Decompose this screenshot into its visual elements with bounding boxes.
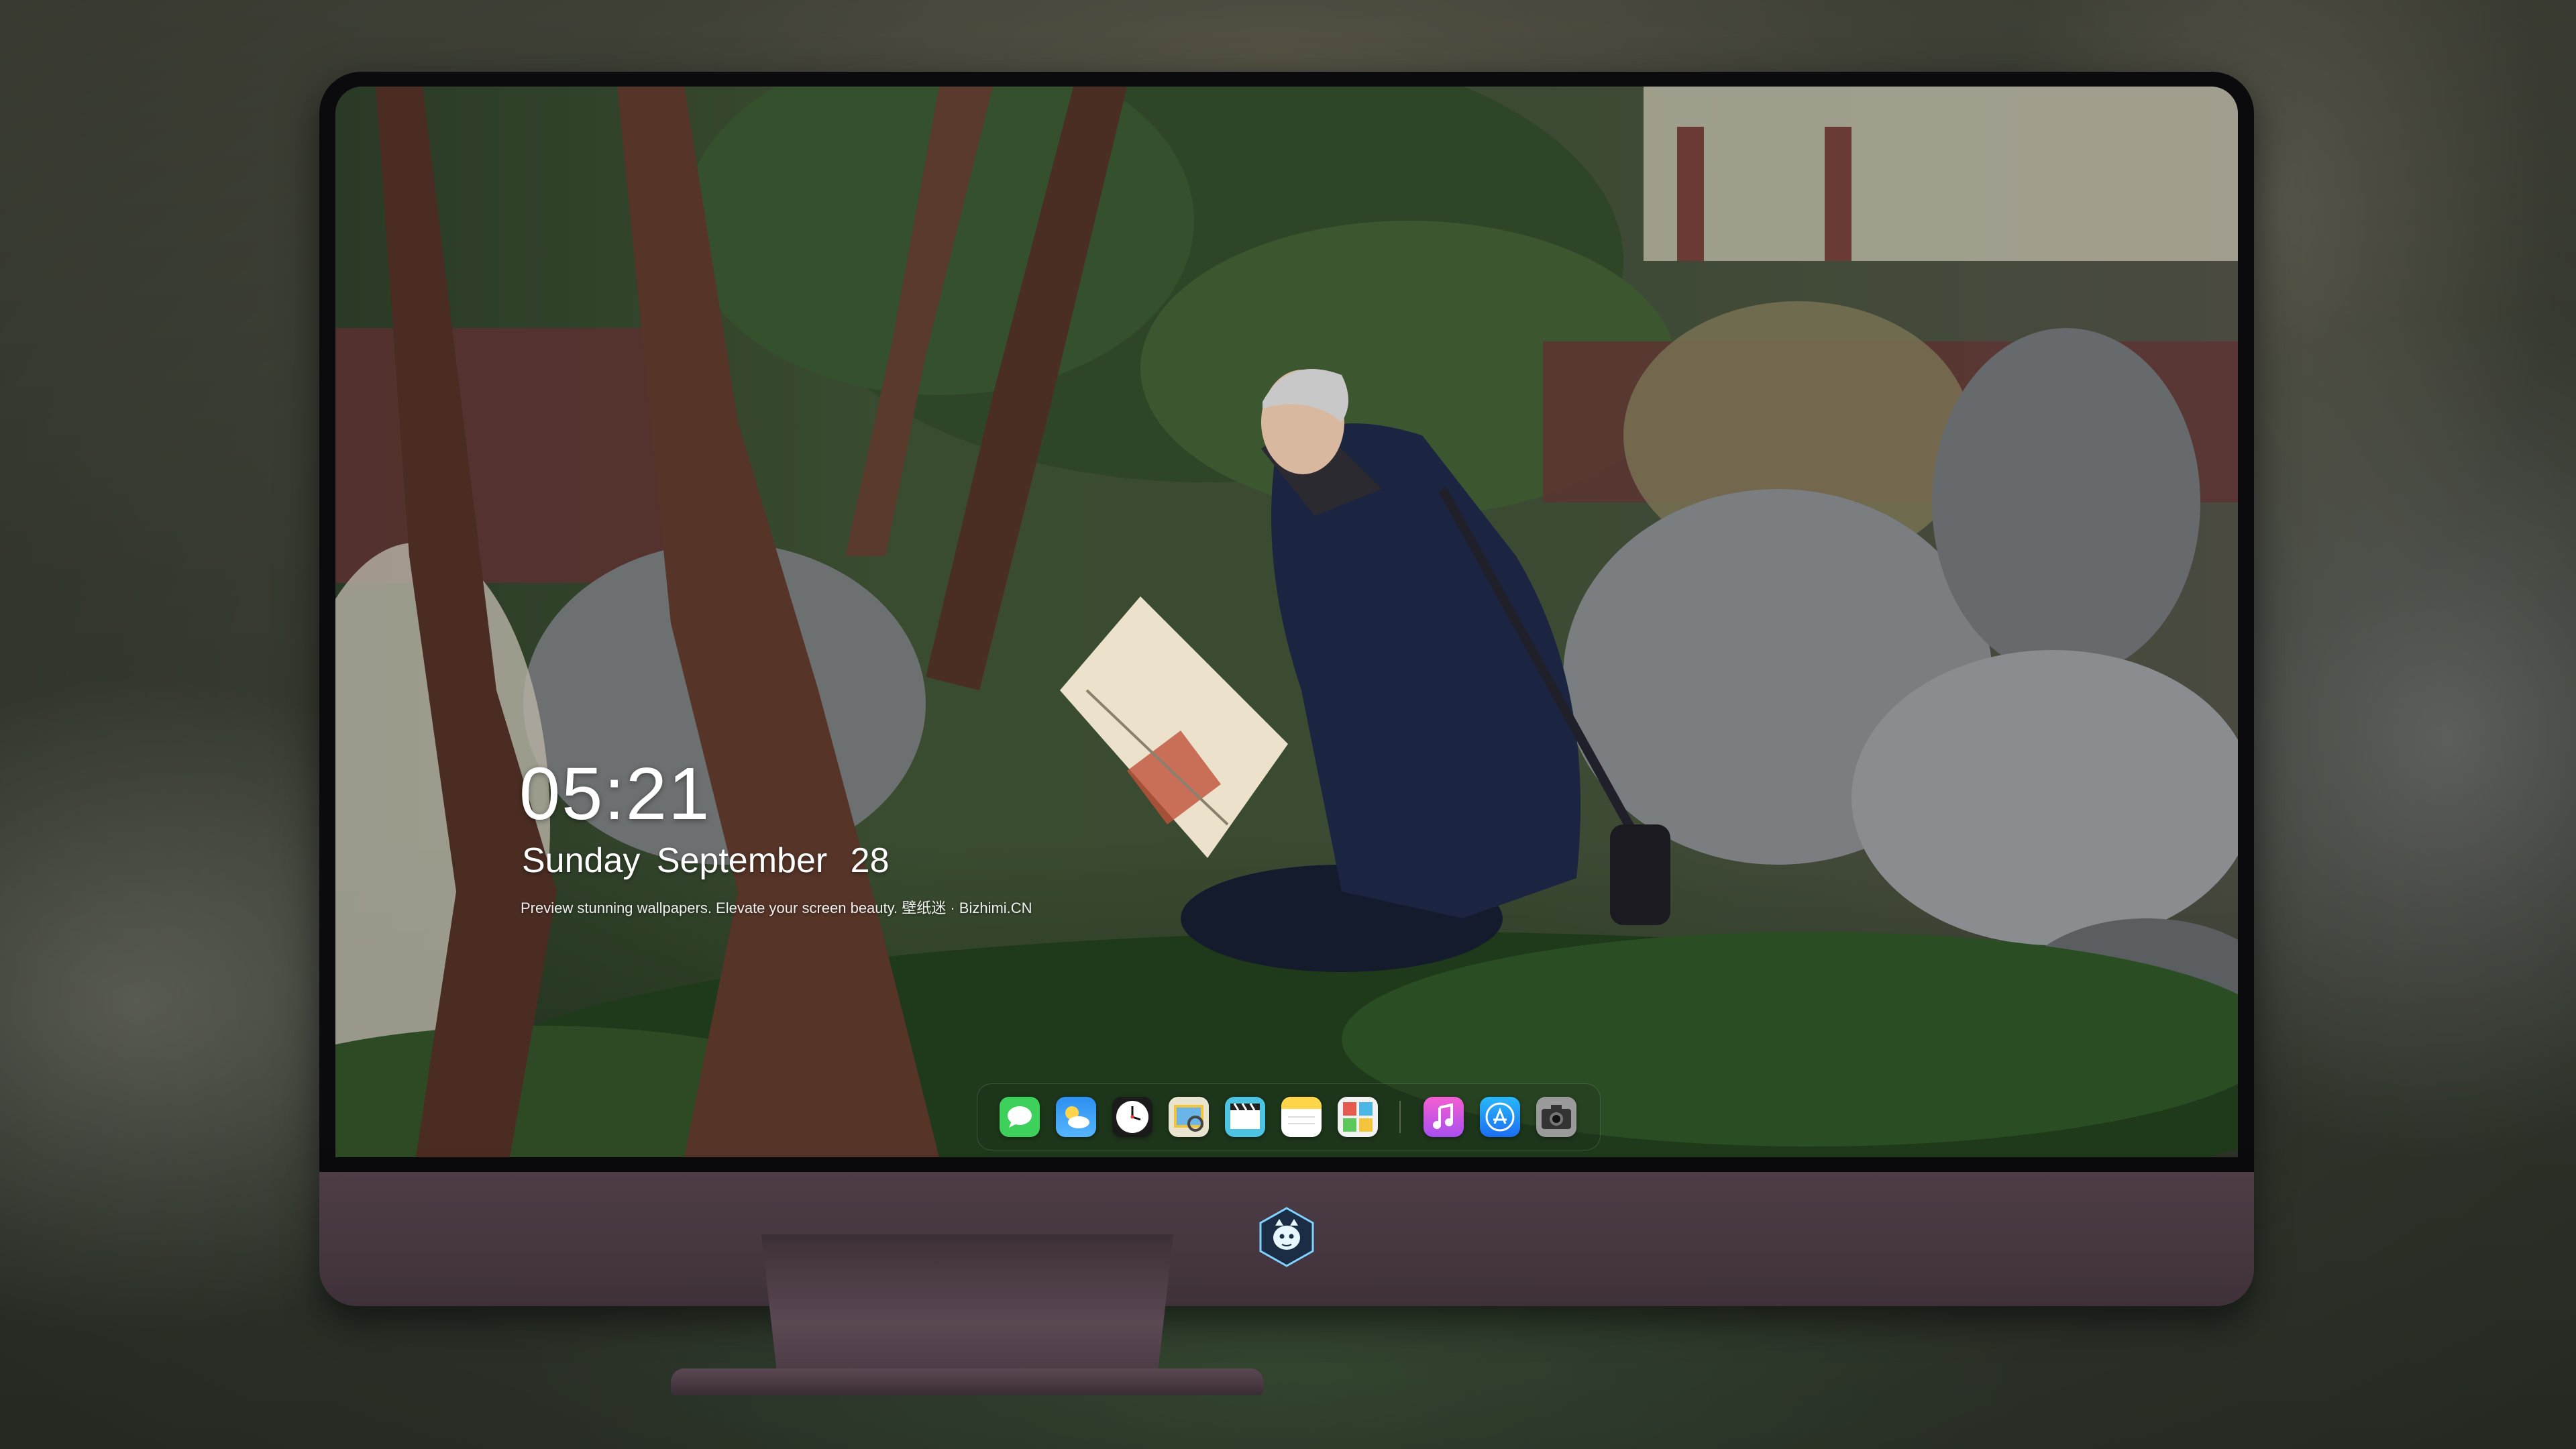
- camera-icon[interactable]: [1536, 1097, 1576, 1137]
- app-store-icon[interactable]: [1480, 1097, 1520, 1137]
- preview-icon[interactable]: [1169, 1097, 1209, 1137]
- wallpaper-caption: Preview stunning wallpapers. Elevate you…: [521, 900, 1032, 916]
- dock-separator: [1399, 1101, 1401, 1133]
- lock-month: September: [656, 841, 828, 880]
- music-icon[interactable]: [1424, 1097, 1464, 1137]
- dock: [977, 1083, 1601, 1150]
- notes-icon[interactable]: [1281, 1097, 1322, 1137]
- photo-booth-icon[interactable]: [1338, 1097, 1378, 1137]
- video-icon[interactable]: [1225, 1097, 1265, 1137]
- monitor-stand: [761, 1234, 1173, 1382]
- lock-screen[interactable]: 05:21 Sunday September 28 Preview stunni…: [335, 87, 2238, 1157]
- lock-weekday: Sunday: [522, 841, 641, 880]
- monitor: 05:21 Sunday September 28 Preview stunni…: [319, 72, 2254, 1306]
- clock-icon[interactable]: [1112, 1097, 1152, 1137]
- monitor-stand-base: [671, 1368, 1264, 1395]
- lock-date: Sunday September 28: [522, 843, 896, 878]
- brand-logo: [1259, 1207, 1314, 1267]
- weather-icon[interactable]: [1056, 1097, 1096, 1137]
- lock-day: 28: [850, 841, 890, 880]
- wallpaper-illustration: [335, 87, 2238, 1157]
- messages-icon[interactable]: [1000, 1097, 1040, 1137]
- lock-clock: 05:21: [519, 753, 711, 835]
- monitor-bezel: 05:21 Sunday September 28 Preview stunni…: [319, 72, 2254, 1172]
